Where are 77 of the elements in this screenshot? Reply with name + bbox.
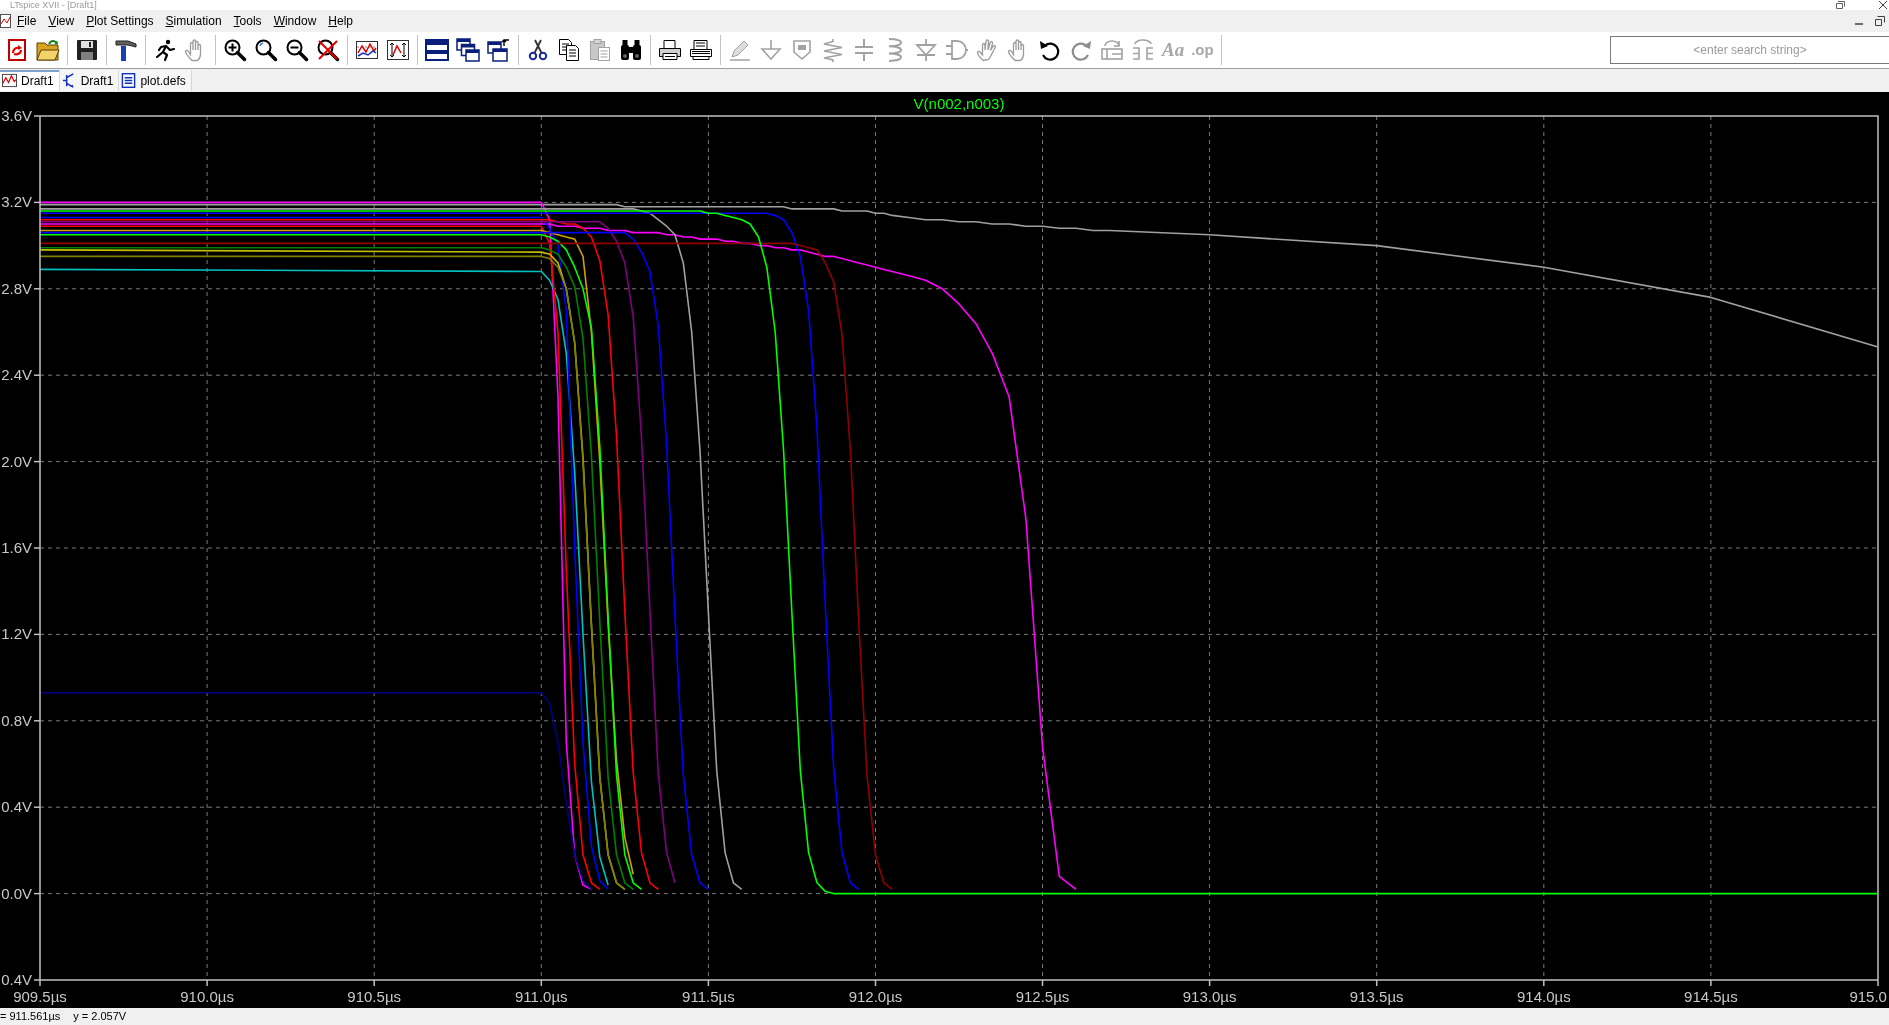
- cursor-x-readout: = 911.561µs: [0, 1009, 61, 1024]
- clipboard-icon: [588, 38, 612, 62]
- menu-item[interactable]: Simulation: [159, 11, 228, 31]
- y-tick-label: 2.0V: [1, 452, 32, 470]
- undo-icon: [1038, 38, 1062, 62]
- y-tick-label: 2.4V: [1, 366, 32, 384]
- toolbar-button[interactable]: [453, 35, 483, 65]
- capacitor-icon: [852, 38, 876, 62]
- waveform-icon: [2, 73, 17, 88]
- window-title: LTspice XVII - [Draft1]: [9, 0, 97, 10]
- waveform-chart-icon: [355, 38, 379, 62]
- gate-icon: [945, 38, 969, 62]
- binoculars-icon: [619, 38, 643, 62]
- plot-title: V(n002,n003): [913, 95, 1005, 112]
- restore-icon[interactable]: [1875, 16, 1885, 26]
- y-tick-label: 0.0V: [1, 884, 32, 902]
- y-tick-label: 1.2V: [1, 625, 32, 643]
- y-tick-label: 0.4V: [1, 971, 32, 988]
- zoom-in-icon: [223, 38, 247, 62]
- search-field[interactable]: <enter search string>: [1610, 36, 1889, 64]
- x-tick-label: 910.5µs: [347, 988, 402, 1005]
- x-tick-label: 911.0µs: [515, 988, 568, 1005]
- y-tick-label: 3.6V: [1, 107, 32, 124]
- zoom-out-icon: [285, 38, 309, 62]
- x-tick-label: 915.0: [1849, 988, 1887, 1005]
- close-icon[interactable]: [1879, 1, 1887, 9]
- cascaded-windows-icon: [456, 38, 480, 62]
- redo-icon: [1069, 38, 1093, 62]
- menu-item[interactable]: File: [11, 11, 43, 31]
- tab[interactable]: plot.defs: [119, 70, 192, 91]
- copy-icon: [557, 38, 581, 62]
- transistor-icon: [61, 73, 77, 88]
- hammer-icon: [114, 38, 138, 62]
- printer-icon: [658, 38, 682, 62]
- tiled-windows-icon: [425, 38, 449, 62]
- menu-item[interactable]: Help: [322, 11, 359, 31]
- y-tick-label: 3.2V: [1, 193, 32, 211]
- chart-axes-icon: [386, 38, 410, 62]
- y-tick-label: 2.8V: [1, 279, 32, 297]
- x-tick-label: 913.5µs: [1349, 988, 1404, 1005]
- folder-icon: [36, 38, 60, 62]
- document-icon: [121, 73, 137, 88]
- scissors-icon: [526, 38, 550, 62]
- rotate-icon: [1100, 38, 1124, 62]
- x-tick-label: 914.5µs: [1684, 988, 1738, 1005]
- label-icon: [790, 38, 814, 62]
- crossed-magnifier-icon: [316, 38, 340, 62]
- menu-item[interactable]: Tools: [227, 11, 268, 31]
- x-tick-label: 909.5µs: [13, 988, 67, 1005]
- tab[interactable]: Draft1: [0, 70, 60, 91]
- new-document-icon: [5, 38, 29, 62]
- cascaded-windows-icon: [487, 38, 511, 62]
- diode-icon: [914, 38, 938, 62]
- running-person-icon: [153, 38, 177, 62]
- x-tick-label: 914.0µs: [1516, 988, 1571, 1005]
- y-tick-label: 1.6V: [1, 539, 32, 556]
- tab[interactable]: Draft1: [59, 70, 120, 91]
- y-tick-label: 0.4V: [1, 798, 32, 816]
- x-tick-label: 912.5µs: [1015, 988, 1070, 1005]
- x-tick-label: 911.5µs: [682, 988, 735, 1005]
- waveform-icon: [0, 14, 11, 28]
- mirror-icon: [1131, 38, 1155, 62]
- x-tick-label: 913.0µs: [1182, 988, 1237, 1005]
- printer-icon: [689, 38, 713, 62]
- y-tick-label: 0.8V: [1, 711, 32, 729]
- menu-item[interactable]: Plot Settings: [80, 11, 160, 31]
- resistor-icon: [821, 38, 845, 62]
- menu-item[interactable]: View: [42, 11, 81, 31]
- menu-item[interactable]: Window: [267, 11, 323, 31]
- pencil-icon: [728, 38, 752, 62]
- cursor-y-readout: y = 2.057V: [73, 1009, 127, 1024]
- restore-icon[interactable]: [1836, 1, 1845, 9]
- x-tick-label: 912.0µs: [848, 988, 903, 1005]
- inductor-icon: [888, 38, 902, 62]
- magnifier-icon: [254, 38, 278, 62]
- ground-symbol-icon: [759, 38, 783, 62]
- x-tick-label: 910.0µs: [180, 988, 234, 1005]
